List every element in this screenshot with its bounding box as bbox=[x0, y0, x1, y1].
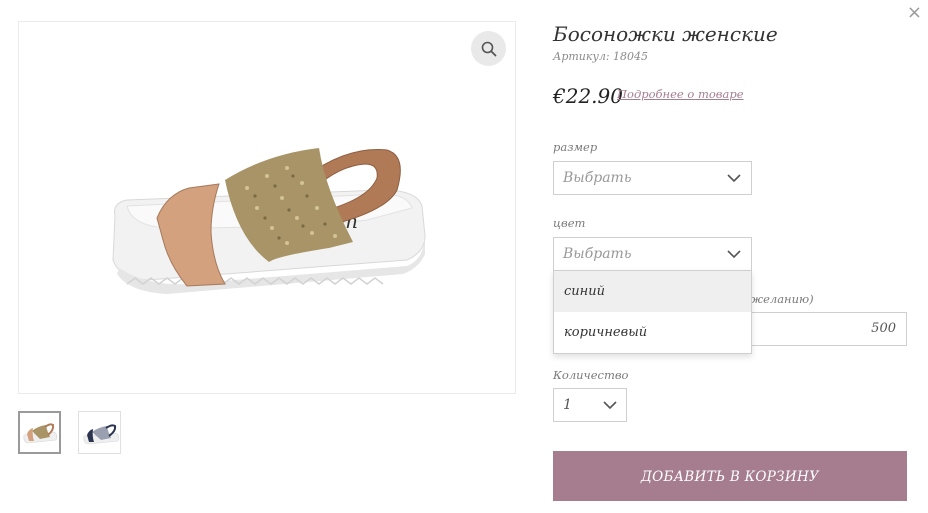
quantity-value: 1 bbox=[563, 397, 572, 413]
zoom-button[interactable] bbox=[471, 31, 506, 66]
color-select-value: Выбрать bbox=[563, 246, 632, 262]
color-label: цвет bbox=[553, 216, 586, 230]
product-title: Босоножки женские bbox=[553, 22, 778, 46]
size-label: размер bbox=[553, 140, 598, 154]
color-dropdown-list: синий коричневый bbox=[553, 270, 752, 354]
search-icon bbox=[481, 41, 496, 56]
add-to-cart-button[interactable]: ДОБАВИТЬ В КОРЗИНУ bbox=[553, 451, 907, 501]
size-select-value: Выбрать bbox=[563, 170, 632, 186]
quantity-select[interactable]: 1 bbox=[553, 388, 627, 422]
color-option-blue[interactable]: синий bbox=[554, 271, 751, 312]
quantity-label: Количество bbox=[553, 368, 629, 382]
thumbnail-2[interactable] bbox=[78, 411, 121, 454]
thumbnail-1[interactable] bbox=[18, 411, 61, 454]
custom-option-input[interactable]: 500 bbox=[750, 312, 907, 346]
sandal-image: m bbox=[112, 148, 426, 294]
thumbnail-image bbox=[20, 413, 59, 452]
color-select[interactable]: Выбрать bbox=[553, 237, 752, 271]
chevron-down-icon bbox=[727, 174, 741, 183]
chevron-down-icon bbox=[603, 401, 617, 410]
custom-option-label: желанию) bbox=[750, 292, 814, 306]
close-icon[interactable]: × bbox=[907, 2, 922, 23]
color-option-brown[interactable]: коричневый bbox=[554, 312, 751, 353]
product-details-link[interactable]: Подробнее о товаре bbox=[617, 87, 744, 101]
thumbnail-image bbox=[79, 412, 120, 453]
product-price: €22.90 bbox=[553, 84, 623, 108]
size-select[interactable]: Выбрать bbox=[553, 161, 752, 195]
product-sku: Артикул: 18045 bbox=[553, 50, 649, 63]
product-image-area: m bbox=[18, 21, 516, 394]
chevron-down-icon bbox=[727, 250, 741, 259]
